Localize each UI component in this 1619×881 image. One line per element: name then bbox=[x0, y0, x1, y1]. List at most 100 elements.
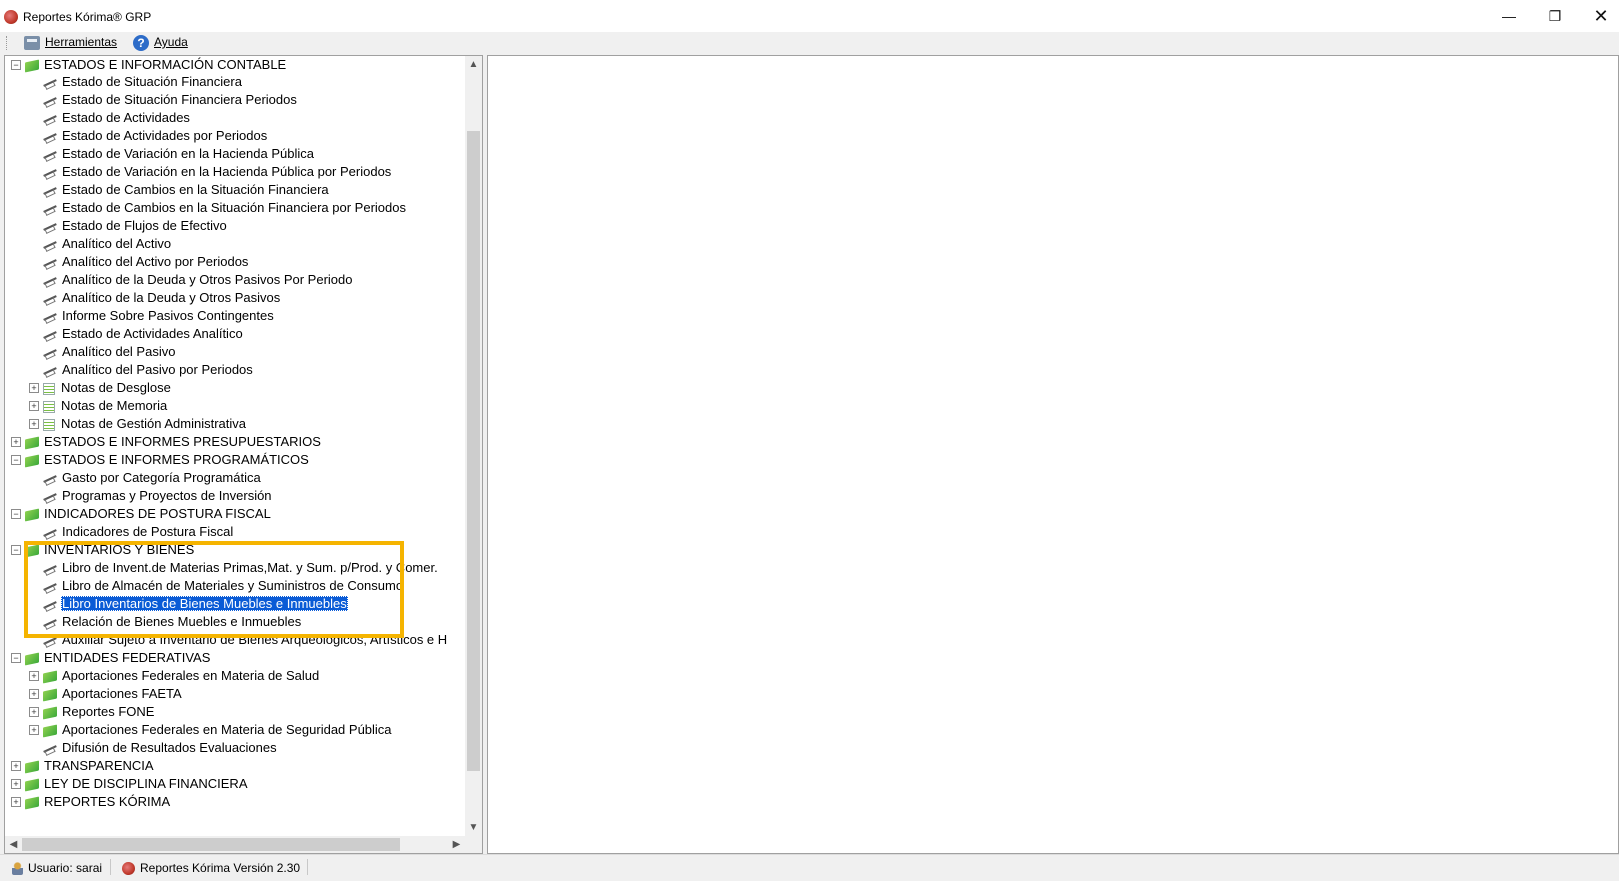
expand-icon[interactable]: + bbox=[29, 725, 39, 735]
tree-item-report[interactable]: Estado de Actividades Analítico bbox=[43, 325, 244, 343]
menu-bar: Herramientas ? Ayuda bbox=[0, 32, 1619, 54]
tree-node-label: Aportaciones Federales en Materia de Sal… bbox=[62, 668, 320, 683]
restore-button[interactable]: ❐ bbox=[1532, 0, 1578, 32]
menu-ayuda-label: Ayuda bbox=[154, 35, 188, 50]
scroll-left-icon[interactable]: ◀ bbox=[5, 836, 22, 853]
tree-node-programaticos[interactable]: − ESTADOS E INFORMES PROGRAMÁTICOS bbox=[11, 451, 310, 469]
tree-item-report[interactable]: Gasto por Categoría Programática bbox=[43, 469, 262, 487]
tree-node-fone[interactable]: + Reportes FONE bbox=[29, 703, 155, 721]
expand-icon[interactable]: + bbox=[11, 437, 21, 447]
tree-node-notas-gestion[interactable]: + Notas de Gestión Administrativa bbox=[29, 415, 247, 433]
vertical-scroll-thumb[interactable] bbox=[467, 131, 480, 771]
tree-item-report-selected[interactable]: Libro Inventarios de Bienes Muebles e In… bbox=[43, 595, 348, 613]
tree-item-report[interactable]: Libro de Almacén de Materiales y Suminis… bbox=[43, 577, 404, 595]
minimize-button[interactable]: — bbox=[1486, 0, 1532, 32]
tree-node-reportes-korima[interactable]: + REPORTES KÓRIMA bbox=[11, 793, 171, 811]
tree-item-report[interactable]: Informe Sobre Pasivos Contingentes bbox=[43, 307, 275, 325]
scroll-up-icon[interactable]: ▲ bbox=[465, 56, 482, 73]
tree-item-report[interactable]: Estado de Actividades por Periodos bbox=[43, 127, 268, 145]
tree-item-report[interactable]: Analítico de la Deuda y Otros Pasivos bbox=[43, 289, 281, 307]
expand-icon[interactable]: + bbox=[29, 707, 39, 717]
collapse-icon[interactable]: − bbox=[11, 509, 21, 519]
tree-vertical-scrollbar[interactable]: ▲ ▼ bbox=[465, 56, 482, 836]
expand-icon[interactable]: + bbox=[11, 797, 21, 807]
tree-item-report[interactable]: Estado de Cambios en la Situación Financ… bbox=[43, 199, 407, 217]
tree-item-label: Indicadores de Postura Fiscal bbox=[62, 524, 234, 539]
report-icon bbox=[43, 294, 57, 304]
tree-node-ley-disciplina[interactable]: + LEY DE DISCIPLINA FINANCIERA bbox=[11, 775, 249, 793]
report-icon bbox=[43, 132, 57, 142]
book-icon bbox=[25, 59, 39, 73]
tree-item-report[interactable]: Indicadores de Postura Fiscal bbox=[43, 523, 234, 541]
collapse-icon[interactable]: − bbox=[11, 653, 21, 663]
tree-item-report[interactable]: Analítico del Activo bbox=[43, 235, 172, 253]
expand-icon[interactable]: + bbox=[29, 401, 39, 411]
report-icon bbox=[43, 474, 57, 484]
scroll-down-icon[interactable]: ▼ bbox=[465, 819, 482, 836]
tree-node-transparencia[interactable]: + TRANSPARENCIA bbox=[11, 757, 155, 775]
collapse-icon[interactable]: − bbox=[11, 545, 21, 555]
tree-item-report[interactable]: Estado de Actividades bbox=[43, 109, 191, 127]
tree-node-notas-desglose[interactable]: + Notas de Desglose bbox=[29, 379, 172, 397]
tree-item-label: Estado de Variación en la Hacienda Públi… bbox=[62, 146, 314, 161]
expand-icon[interactable]: + bbox=[29, 671, 39, 681]
report-icon bbox=[43, 564, 57, 574]
tree-item-report[interactable]: Difusión de Resultados Evaluaciones bbox=[43, 739, 278, 757]
tree-node-federativas[interactable]: − ENTIDADES FEDERATIVAS bbox=[11, 649, 211, 667]
report-viewer-panel[interactable] bbox=[487, 55, 1619, 854]
book-icon bbox=[43, 670, 57, 684]
tree-item-report[interactable]: Analítico del Pasivo por Periodos bbox=[43, 361, 254, 379]
tree-item-label: Analítico del Activo bbox=[62, 236, 172, 251]
tree-item-report[interactable]: Estado de Situación Financiera bbox=[43, 73, 243, 91]
menu-herramientas[interactable]: Herramientas bbox=[24, 35, 117, 50]
tree-node-inventarios[interactable]: − INVENTARIOS Y BIENES bbox=[11, 541, 195, 559]
scroll-right-icon[interactable]: ▶ bbox=[448, 836, 465, 853]
collapse-icon[interactable]: − bbox=[11, 60, 21, 70]
tree-node-notas-memoria[interactable]: + Notas de Memoria bbox=[29, 397, 168, 415]
expand-icon[interactable]: + bbox=[29, 383, 39, 393]
tree-item-label: Libro de Invent.de Materias Primas,Mat. … bbox=[62, 560, 438, 575]
tree-item-report[interactable]: Estado de Situación Financiera Periodos bbox=[43, 91, 298, 109]
scrollbar-corner bbox=[465, 836, 482, 853]
report-icon bbox=[43, 330, 57, 340]
tree-item-report[interactable]: Libro de Invent.de Materias Primas,Mat. … bbox=[43, 559, 439, 577]
tree-item-label: Analítico del Activo por Periodos bbox=[62, 254, 249, 269]
expand-icon[interactable]: + bbox=[11, 761, 21, 771]
tree-item-label: Estado de Flujos de Efectivo bbox=[62, 218, 227, 233]
tree-node-label: Notas de Gestión Administrativa bbox=[61, 416, 246, 431]
tree-node-seguridad[interactable]: + Aportaciones Federales en Materia de S… bbox=[29, 721, 393, 739]
tree-node-postura-fiscal[interactable]: − INDICADORES DE POSTURA FISCAL bbox=[11, 505, 272, 523]
tree-node-label: ESTADOS E INFORMES PROGRAMÁTICOS bbox=[44, 452, 309, 467]
tree-node-salud[interactable]: + Aportaciones Federales en Materia de S… bbox=[29, 667, 320, 685]
tree-item-label: Estado de Actividades Analítico bbox=[62, 326, 243, 341]
horizontal-scroll-thumb[interactable] bbox=[22, 838, 400, 851]
menu-ayuda[interactable]: ? Ayuda bbox=[133, 35, 188, 51]
close-button[interactable]: ✕ bbox=[1578, 0, 1619, 32]
tree-item-report[interactable]: Estado de Cambios en la Situación Financ… bbox=[43, 181, 330, 199]
tree-item-report[interactable]: Analítico del Pasivo bbox=[43, 343, 176, 361]
report-icon bbox=[43, 618, 57, 628]
tree-node-faeta[interactable]: + Aportaciones FAETA bbox=[29, 685, 183, 703]
report-icon bbox=[43, 222, 57, 232]
collapse-icon[interactable]: − bbox=[11, 455, 21, 465]
tree-item-report[interactable]: Relación de Bienes Muebles e Inmuebles bbox=[43, 613, 302, 631]
report-icon bbox=[43, 636, 57, 646]
user-icon bbox=[12, 862, 23, 876]
tools-icon bbox=[24, 35, 40, 50]
expand-icon[interactable]: + bbox=[29, 419, 39, 429]
tree-node-label: INVENTARIOS Y BIENES bbox=[44, 542, 195, 557]
expand-icon[interactable]: + bbox=[11, 779, 21, 789]
tree-node-estados-contable[interactable]: − ESTADOS E INFORMACIÓN CONTABLE bbox=[11, 56, 287, 74]
tree-horizontal-scrollbar[interactable]: ◀ ▶ bbox=[5, 836, 465, 853]
expand-icon[interactable]: + bbox=[29, 689, 39, 699]
tree-item-report[interactable]: Auxiliar Sujeto a Inventario de Bienes A… bbox=[43, 631, 448, 649]
tree-item-report[interactable]: Programas y Proyectos de Inversión bbox=[43, 487, 273, 505]
tree-item-report[interactable]: Estado de Variación en la Hacienda Públi… bbox=[43, 145, 315, 163]
tree-item-report[interactable]: Estado de Flujos de Efectivo bbox=[43, 217, 228, 235]
tree-node-presupuestarios[interactable]: + ESTADOS E INFORMES PRESUPUESTARIOS bbox=[11, 433, 322, 451]
tree-item-report[interactable]: Analítico de la Deuda y Otros Pasivos Po… bbox=[43, 271, 353, 289]
tree-item-report[interactable]: Analítico del Activo por Periodos bbox=[43, 253, 249, 271]
report-icon bbox=[43, 186, 57, 196]
toolbar-grip[interactable] bbox=[6, 36, 10, 50]
tree-item-report[interactable]: Estado de Variación en la Hacienda Públi… bbox=[43, 163, 392, 181]
